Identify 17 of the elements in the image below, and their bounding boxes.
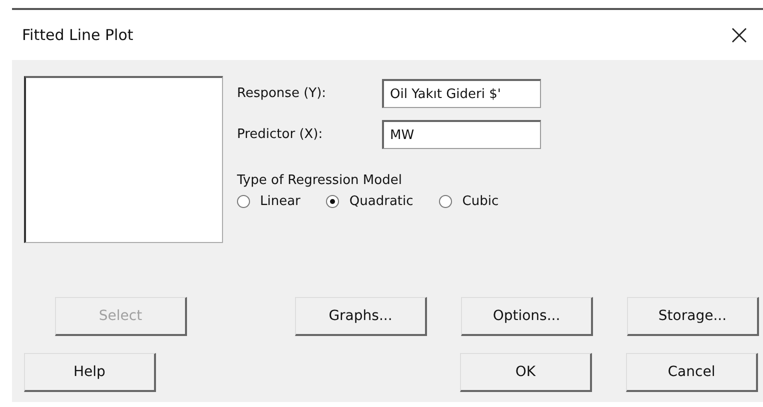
field-label: Response (Y): [237,86,328,101]
input-field[interactable]: MW [382,120,541,149]
close-button[interactable]: × [722,21,757,49]
dialog-button[interactable]: Storage... [627,297,759,336]
dialog-button[interactable]: Cancel [626,353,758,392]
dialog-button[interactable]: Help [24,353,156,392]
radio-option[interactable]: Quadratic [326,194,414,209]
dialog-button[interactable]: OK [460,353,592,392]
radio-option[interactable]: Linear [237,194,300,209]
window-title: Fitted Line Plot [22,26,134,44]
variable-list[interactable] [24,76,223,243]
field-label: Predictor (X): [237,127,324,142]
input-field[interactable]: Oil Yakıt Gideri $' [382,79,541,108]
dialog-button[interactable]: Graphs... [295,297,427,336]
group-label: Type of Regression Model [237,173,403,188]
radio-option[interactable]: Cubic [439,194,499,209]
dialog-button[interactable]: Options... [461,297,593,336]
